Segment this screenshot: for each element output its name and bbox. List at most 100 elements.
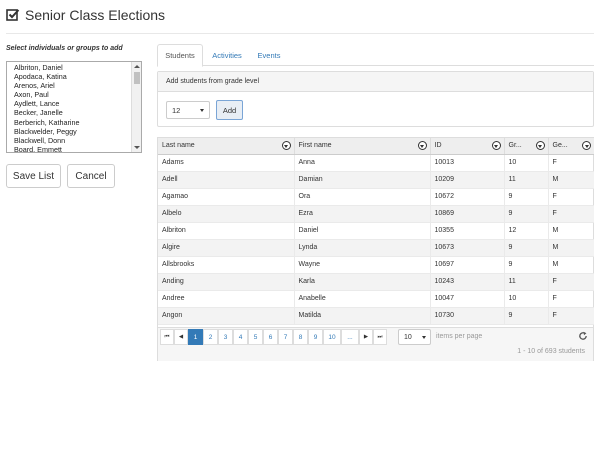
page-button[interactable]: 2 — [203, 329, 218, 345]
page-button[interactable]: 10 — [323, 329, 341, 345]
table-cell: Adell — [158, 171, 295, 189]
column-header[interactable]: First name — [294, 138, 431, 155]
scroll-thumb[interactable] — [134, 72, 140, 84]
table-cell: Anna — [294, 154, 431, 172]
page-button[interactable]: 3 — [218, 329, 233, 345]
table-cell: Adams — [158, 154, 295, 172]
last-page-button[interactable]: ⏭ — [373, 329, 387, 345]
list-item[interactable]: Axon, Paul — [7, 90, 133, 99]
select-label: Select individuals or groups to add — [6, 45, 123, 52]
table-cell: 10243 — [430, 273, 505, 291]
table-cell: F — [548, 290, 594, 308]
page-button[interactable]: 5 — [248, 329, 263, 345]
tab-activities[interactable]: Activities — [209, 44, 245, 66]
column-header-label: ID — [434, 142, 442, 150]
save-list-button[interactable]: Save List — [6, 164, 61, 188]
filter-icon[interactable] — [417, 141, 427, 150]
listbox-scrollbar[interactable] — [131, 62, 141, 152]
table-row[interactable]: Angon Matilda 10730 9 F — [158, 307, 594, 325]
column-header[interactable]: Gr... — [504, 138, 549, 155]
page-button[interactable]: 7 — [278, 329, 293, 345]
next-page-button[interactable]: ▶ — [359, 329, 373, 345]
header-divider — [6, 33, 594, 34]
individuals-listbox[interactable]: Albriton, Daniel Apodaca, Katina Arenos, A… — [6, 61, 142, 153]
page-button[interactable]: 8 — [293, 329, 308, 345]
table-row[interactable]: Adell Damian 10209 11 M — [158, 171, 594, 189]
table-cell: 9 — [504, 256, 549, 274]
list-item[interactable]: Board, Emmett — [7, 145, 133, 152]
table-cell: Matilda — [294, 307, 431, 325]
add-button[interactable]: Add — [216, 100, 243, 120]
table-cell: Anabelle — [294, 290, 431, 308]
tab-students[interactable]: Students — [157, 44, 203, 67]
page-button[interactable]: 6 — [263, 329, 278, 345]
first-page-button[interactable]: ⏮ — [160, 329, 174, 345]
table-row[interactable]: Albelo Ezra 10869 9 F — [158, 205, 594, 223]
list-item[interactable]: Blackwell, Donn — [7, 136, 133, 145]
scroll-down-icon[interactable] — [134, 146, 140, 149]
table-cell: Karla — [294, 273, 431, 291]
page-button[interactable]: 1 — [188, 329, 203, 345]
table-cell: 10673 — [430, 239, 505, 257]
per-page-label: items per page — [436, 333, 483, 340]
list-item[interactable]: Becker, Janelle — [7, 108, 133, 117]
table-row[interactable]: Albriton Daniel 10355 12 M — [158, 222, 594, 240]
table-cell: 9 — [504, 205, 549, 223]
column-header[interactable]: ID — [430, 138, 505, 155]
students-grid: Last name First name ID Gr... Ge... Adams Ann… — [157, 137, 594, 361]
table-cell: Anding — [158, 273, 295, 291]
listbox-items: Albriton, Daniel Apodaca, Katina Arenos, A… — [7, 63, 133, 152]
filter-icon[interactable] — [281, 141, 291, 150]
table-cell: Algire — [158, 239, 295, 257]
table-row[interactable]: Adams Anna 10013 10 F — [158, 154, 594, 172]
table-row[interactable]: Agamao Ora 10672 9 F — [158, 188, 594, 206]
column-header-label: First name — [298, 142, 332, 150]
table-row[interactable]: Anding Karla 10243 11 F — [158, 273, 594, 291]
table-cell: Lynda — [294, 239, 431, 257]
table-cell: Daniel — [294, 222, 431, 240]
list-item[interactable]: Albriton, Daniel — [7, 63, 133, 72]
list-item[interactable]: Blackwelder, Peggy — [7, 127, 133, 136]
pager-summary: 1 - 10 of 693 students — [517, 348, 585, 355]
page-button[interactable]: 9 — [308, 329, 323, 345]
table-cell: Agamao — [158, 188, 295, 206]
per-page-select[interactable]: 10 — [398, 329, 431, 345]
table-cell: 10209 — [430, 171, 505, 189]
grade-panel-header: Add students from grade level — [158, 72, 593, 92]
filter-icon[interactable] — [582, 141, 591, 150]
filter-icon[interactable] — [491, 141, 501, 150]
page-button[interactable]: ... — [341, 329, 359, 345]
table-cell: Wayne — [294, 256, 431, 274]
column-header[interactable]: Ge... — [548, 138, 594, 155]
list-item[interactable]: Apodaca, Katina — [7, 72, 133, 81]
students-table: Last name First name ID Gr... Ge... Adams Ann… — [158, 138, 594, 325]
grade-level-select[interactable]: 12 — [166, 101, 210, 119]
list-item[interactable]: Berberich, Katharine — [7, 118, 133, 127]
cancel-button[interactable]: Cancel — [67, 164, 115, 188]
table-row[interactable]: Algire Lynda 10673 9 M — [158, 239, 594, 257]
column-header[interactable]: Last name — [158, 138, 295, 155]
table-row[interactable]: Andree Anabelle 10047 10 F — [158, 290, 594, 308]
list-item[interactable]: Aydlett, Lance — [7, 99, 133, 108]
prev-page-button[interactable]: ◀ — [174, 329, 188, 345]
table-cell: F — [548, 273, 594, 291]
table-cell: F — [548, 205, 594, 223]
table-cell: Albelo — [158, 205, 295, 223]
page-button[interactable]: 4 — [233, 329, 248, 345]
table-cell: 10730 — [430, 307, 505, 325]
table-cell: 10 — [504, 154, 549, 172]
table-cell: 9 — [504, 239, 549, 257]
table-cell: 10697 — [430, 256, 505, 274]
refresh-icon[interactable] — [578, 331, 588, 341]
table-row[interactable]: Allsbrooks Wayne 10697 9 M — [158, 256, 594, 274]
tab-bar: Students Activities Events — [157, 44, 594, 67]
table-cell: Damian — [294, 171, 431, 189]
list-item[interactable]: Arenos, Ariel — [7, 81, 133, 90]
table-cell: 10355 — [430, 222, 505, 240]
tab-events[interactable]: Events — [255, 44, 283, 66]
table-cell: 10013 — [430, 154, 505, 172]
table-cell: Ora — [294, 188, 431, 206]
table-cell: 11 — [504, 273, 549, 291]
filter-icon[interactable] — [535, 141, 545, 150]
scroll-up-icon[interactable] — [134, 65, 140, 68]
